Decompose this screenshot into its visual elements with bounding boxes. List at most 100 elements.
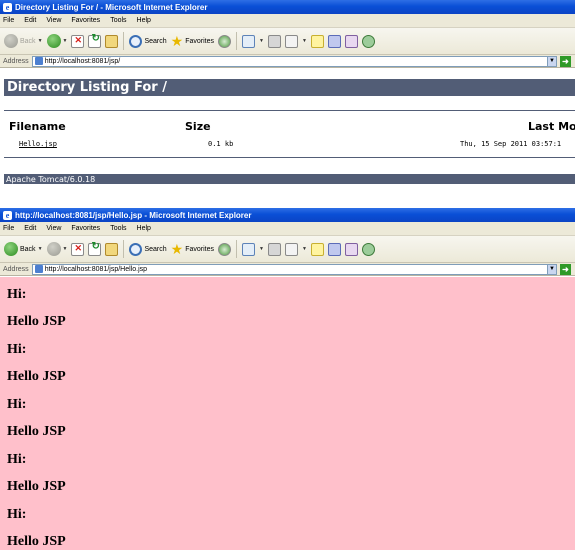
back-button[interactable]: Back ▼ bbox=[4, 34, 43, 48]
edit-icon[interactable] bbox=[284, 34, 298, 48]
title-bar[interactable]: e Directory Listing For / - Microsoft In… bbox=[0, 0, 575, 14]
message-line: Hello JSP bbox=[7, 369, 66, 384]
go-icon[interactable]: ➜ bbox=[560, 55, 571, 67]
menu-tools[interactable]: Tools bbox=[110, 17, 126, 24]
chevron-down-icon[interactable]: ▼ bbox=[63, 246, 68, 252]
address-url: http://localhost:8081/jsp/ bbox=[44, 57, 121, 65]
chevron-down-icon[interactable]: ▼ bbox=[63, 38, 68, 44]
table-row-size: 0.1 kb bbox=[208, 140, 234, 148]
menu-help[interactable]: Help bbox=[137, 225, 151, 232]
menu-edit[interactable]: Edit bbox=[24, 17, 36, 24]
research-icon[interactable] bbox=[344, 34, 358, 48]
toolbar-separator bbox=[123, 240, 125, 258]
back-icon bbox=[4, 34, 18, 48]
menu-view[interactable]: View bbox=[46, 225, 61, 232]
favorites-label: Favorites bbox=[185, 245, 215, 253]
page-title: Directory Listing For / bbox=[4, 79, 575, 96]
chevron-down-icon[interactable]: ▼ bbox=[259, 246, 264, 252]
message-line: Hello JSP bbox=[7, 314, 66, 329]
search-button[interactable]: Search bbox=[129, 34, 167, 48]
discuss-icon[interactable] bbox=[310, 34, 324, 48]
menu-favorites[interactable]: Favorites bbox=[71, 225, 100, 232]
address-input[interactable]: http://localhost:8081/jsp/Hello.jsp ▼ bbox=[31, 263, 557, 275]
discuss-icon[interactable] bbox=[310, 242, 324, 256]
stop-icon[interactable] bbox=[71, 242, 85, 256]
print-icon[interactable] bbox=[267, 242, 281, 256]
back-icon bbox=[4, 242, 18, 256]
menu-help[interactable]: Help bbox=[137, 17, 151, 24]
menu-tools[interactable]: Tools bbox=[110, 225, 126, 232]
messenger-icon[interactable] bbox=[327, 34, 341, 48]
greeting-line: Hi: bbox=[7, 452, 27, 467]
greeting-line: Hi: bbox=[7, 397, 27, 412]
toolbar: Back ▼ ▼ Search ★ Favorites ▼ ▼ bbox=[0, 28, 575, 55]
mail-icon[interactable] bbox=[242, 34, 256, 48]
chevron-down-icon[interactable]: ▼ bbox=[38, 246, 43, 252]
server-footer: Apache Tomcat/6.0.18 bbox=[4, 174, 575, 184]
favorites-button[interactable]: ★ Favorites bbox=[171, 34, 214, 48]
favorites-button[interactable]: ★ Favorites bbox=[171, 242, 214, 256]
toolbar: Back ▼ ▼ Search ★ Favorites ▼ ▼ bbox=[0, 236, 575, 263]
chevron-down-icon[interactable]: ▼ bbox=[547, 56, 556, 66]
search-icon bbox=[129, 242, 143, 256]
chevron-down-icon[interactable]: ▼ bbox=[38, 38, 43, 44]
home-icon[interactable] bbox=[105, 242, 119, 256]
forward-button[interactable]: ▼ bbox=[46, 242, 68, 256]
toolbar-separator bbox=[236, 240, 238, 258]
bug-icon[interactable] bbox=[361, 242, 375, 256]
edit-icon[interactable] bbox=[284, 242, 298, 256]
print-icon[interactable] bbox=[267, 34, 281, 48]
page-content: Directory Listing For / Filename Size La… bbox=[0, 69, 575, 208]
address-bar: Address http://localhost:8081/jsp/ ▼ ➜ bbox=[0, 55, 575, 68]
history-icon[interactable] bbox=[218, 34, 232, 48]
forward-icon bbox=[46, 34, 61, 48]
back-label: Back bbox=[20, 245, 36, 253]
toolbar-separator bbox=[123, 32, 125, 50]
menu-view[interactable]: View bbox=[46, 17, 61, 24]
page-icon bbox=[34, 265, 43, 273]
research-icon[interactable] bbox=[344, 242, 358, 256]
search-icon bbox=[129, 34, 143, 48]
address-input[interactable]: http://localhost:8081/jsp/ ▼ bbox=[31, 55, 557, 67]
title-bar[interactable]: e http://localhost:8081/jsp/Hello.jsp - … bbox=[0, 208, 575, 222]
messenger-icon[interactable] bbox=[327, 242, 341, 256]
search-button[interactable]: Search bbox=[129, 242, 167, 256]
ie-logo-icon: e bbox=[3, 2, 12, 12]
greeting-line: Hi: bbox=[7, 507, 27, 522]
message-line: Hello JSP bbox=[7, 534, 66, 549]
greeting-line: Hi: bbox=[7, 287, 27, 302]
window-title: http://localhost:8081/jsp/Hello.jsp - Mi… bbox=[15, 210, 252, 220]
menu-file[interactable]: File bbox=[3, 225, 14, 232]
menu-edit[interactable]: Edit bbox=[24, 225, 36, 232]
column-header-size: Size bbox=[185, 120, 211, 133]
address-label: Address bbox=[3, 265, 29, 273]
chevron-down-icon[interactable]: ▼ bbox=[547, 264, 556, 274]
file-link[interactable]: Hello.jsp bbox=[19, 140, 57, 148]
bug-icon[interactable] bbox=[361, 34, 375, 48]
forward-button[interactable]: ▼ bbox=[46, 34, 68, 48]
menu-file[interactable]: File bbox=[3, 17, 14, 24]
mail-icon[interactable] bbox=[242, 242, 256, 256]
table-row-modified: Thu, 15 Sep 2011 03:57:1 bbox=[460, 140, 562, 148]
stop-icon[interactable] bbox=[71, 34, 85, 48]
divider bbox=[4, 157, 575, 158]
chevron-down-icon[interactable]: ▼ bbox=[302, 38, 307, 44]
window-title: Directory Listing For / - Microsoft Inte… bbox=[15, 2, 208, 12]
column-header-filename: Filename bbox=[9, 120, 66, 133]
toolbar-separator bbox=[236, 32, 238, 50]
search-label: Search bbox=[144, 245, 167, 253]
forward-icon bbox=[46, 242, 61, 256]
refresh-icon[interactable] bbox=[88, 33, 102, 48]
history-icon[interactable] bbox=[218, 242, 232, 256]
go-icon[interactable]: ➜ bbox=[560, 263, 571, 275]
home-icon[interactable] bbox=[105, 34, 119, 48]
chevron-down-icon[interactable]: ▼ bbox=[259, 38, 264, 44]
browser-window-hello: e http://localhost:8081/jsp/Hello.jsp - … bbox=[0, 208, 575, 550]
menu-favorites[interactable]: Favorites bbox=[71, 17, 100, 24]
message-line: Hello JSP bbox=[7, 479, 66, 494]
greeting-line: Hi: bbox=[7, 342, 27, 357]
chevron-down-icon[interactable]: ▼ bbox=[302, 246, 307, 252]
refresh-icon[interactable] bbox=[88, 241, 102, 256]
back-button[interactable]: Back ▼ bbox=[4, 242, 43, 256]
address-label: Address bbox=[3, 57, 29, 65]
